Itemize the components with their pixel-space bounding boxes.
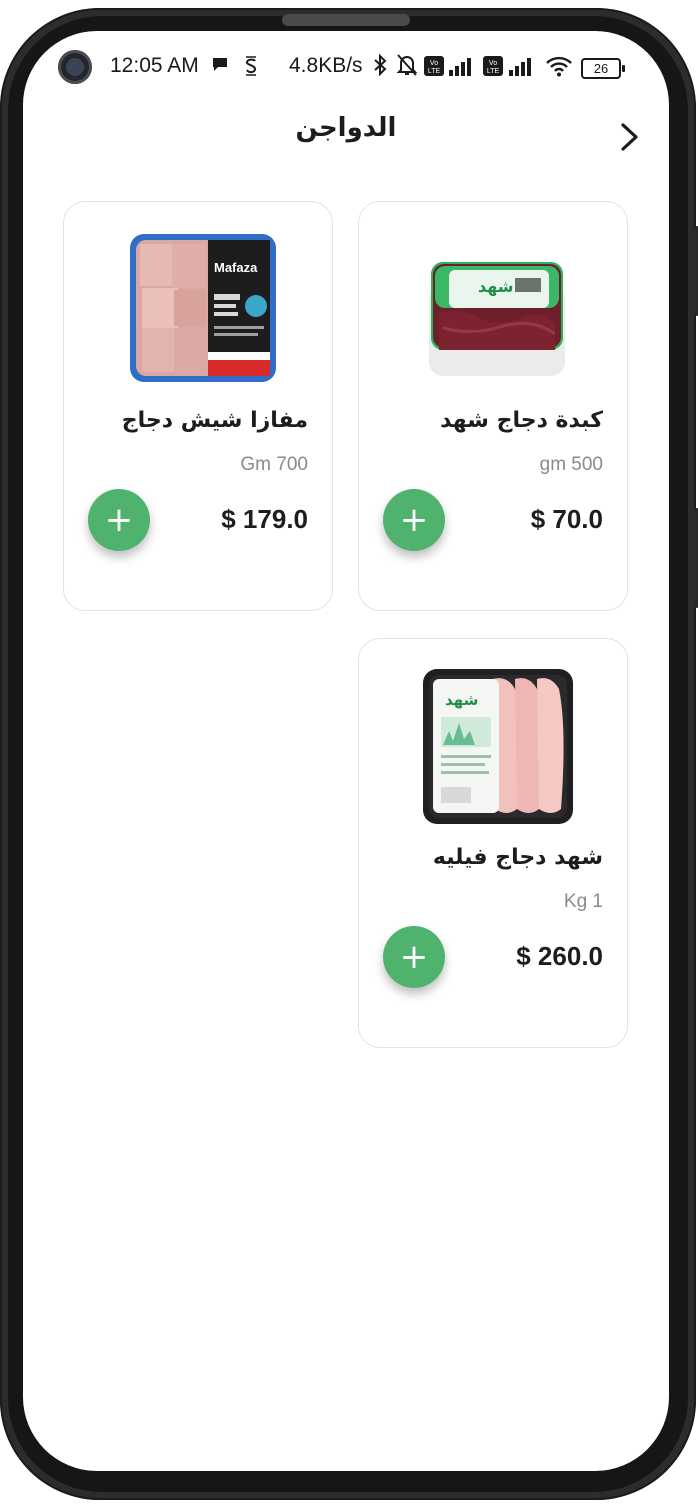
chat-bubble-icon bbox=[211, 55, 229, 77]
product-name: كبدة دجاج شهد bbox=[440, 408, 603, 433]
product-price: $ 260.0 bbox=[516, 941, 603, 971]
product-card[interactable]: شهد كبدة دجاج شهد gm 500 $ 70.0 + bbox=[358, 201, 628, 611]
signal-bars-icon bbox=[509, 56, 537, 80]
add-to-cart-button[interactable]: + bbox=[383, 489, 445, 551]
svg-text:LTE: LTE bbox=[487, 68, 500, 75]
signal-bars-icon bbox=[449, 56, 477, 80]
plus-icon: + bbox=[104, 500, 134, 540]
app-bar: الدواجن bbox=[23, 103, 669, 173]
svg-text:Vo: Vo bbox=[430, 60, 438, 67]
network-speed: 4.8KB/s bbox=[289, 54, 363, 77]
svg-text:Mafaza: Mafaza bbox=[214, 260, 258, 275]
bluetooth-icon bbox=[372, 53, 388, 81]
front-camera bbox=[58, 50, 92, 84]
sync-s-icon bbox=[243, 56, 259, 80]
back-button[interactable] bbox=[611, 117, 651, 157]
volte-icon: Vo LTE bbox=[424, 56, 444, 80]
wifi-icon bbox=[545, 55, 573, 81]
svg-text:شهد: شهد bbox=[445, 691, 478, 709]
product-price: $ 179.0 bbox=[221, 504, 308, 534]
product-weight: Gm 700 bbox=[240, 454, 308, 475]
power-button bbox=[694, 508, 698, 608]
plus-icon: + bbox=[399, 500, 429, 540]
plus-icon: + bbox=[399, 937, 429, 977]
volume-button bbox=[694, 226, 698, 316]
product-image: Mafaza bbox=[128, 232, 278, 387]
product-card[interactable]: Mafaza مفازا شيش دجاج Gm 700 $ 179.0 + bbox=[63, 201, 333, 611]
phone-speaker bbox=[282, 14, 410, 26]
product-image: شهد bbox=[423, 232, 573, 387]
product-weight: gm 500 bbox=[539, 454, 603, 475]
app-screen: 12:05 AM 4.8KB/s Vo LTE Vo LTE 26 الدواج… bbox=[23, 31, 669, 1471]
product-name: شهد دجاج فيليه bbox=[432, 845, 603, 870]
svg-text:LTE: LTE bbox=[428, 68, 441, 75]
product-image: شهد bbox=[423, 669, 573, 824]
product-name: مفازا شيش دجاج bbox=[121, 408, 308, 433]
svg-text:شهد: شهد bbox=[478, 277, 514, 296]
add-to-cart-button[interactable]: + bbox=[383, 926, 445, 988]
status-bar: 12:05 AM 4.8KB/s Vo LTE Vo LTE 26 bbox=[23, 31, 669, 103]
svg-text:Vo: Vo bbox=[489, 60, 497, 67]
product-price: $ 70.0 bbox=[530, 504, 603, 534]
battery-icon: 26 bbox=[581, 58, 625, 79]
volte-icon: Vo LTE bbox=[483, 56, 503, 80]
add-to-cart-button[interactable]: + bbox=[88, 489, 150, 551]
product-card[interactable]: شهد شهد دجاج فيليه Kg 1 $ 260.0 + bbox=[358, 638, 628, 1048]
chevron-right-icon bbox=[621, 123, 638, 151]
status-time: 12:05 AM bbox=[110, 54, 199, 77]
product-weight: Kg 1 bbox=[563, 891, 603, 912]
page-title: الدواجن bbox=[295, 113, 397, 143]
bell-muted-icon bbox=[396, 53, 418, 81]
